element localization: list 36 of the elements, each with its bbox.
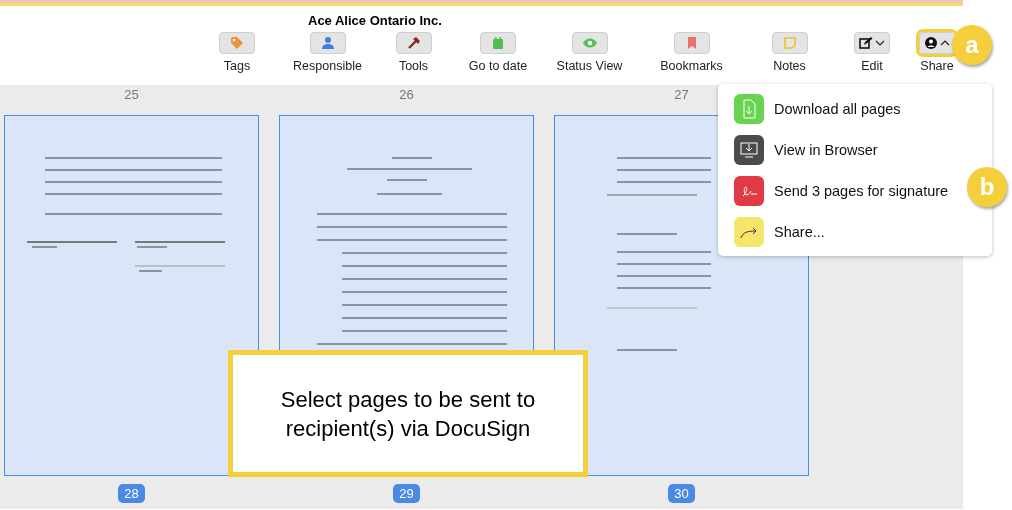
chevron-icon <box>875 39 885 47</box>
toolbar-button[interactable]: Edit <box>835 32 909 85</box>
signature-icon <box>734 175 764 206</box>
note-icon <box>782 36 797 50</box>
page-thumbnail[interactable] <box>4 115 259 476</box>
toolbar-button[interactable]: Responsible <box>284 32 371 85</box>
toolbar-button[interactable]: Tools <box>371 32 456 85</box>
monitor-icon <box>734 134 764 165</box>
toolbar-button[interactable]: Tags <box>190 32 284 85</box>
menu-item[interactable]: Download all pages <box>718 88 917 129</box>
step-marker: b <box>967 167 1007 207</box>
toolbar-button[interactable]: Bookmarks <box>639 32 744 85</box>
page-number-badge: 28 <box>118 484 145 503</box>
window-title: Ace Alice Ontario Inc. <box>308 13 442 28</box>
step-marker: a <box>952 25 992 65</box>
toolbar-button[interactable]: Go to date <box>456 32 540 85</box>
download-icon <box>734 93 764 124</box>
toolbar-button[interactable]: Status View <box>540 32 639 85</box>
person-circle-icon <box>924 36 938 50</box>
tag-icon <box>230 36 244 50</box>
edit-icon <box>859 36 873 50</box>
eye-icon <box>581 37 598 49</box>
menu-item[interactable]: Share... <box>718 211 841 252</box>
page-number: 25 <box>124 87 139 102</box>
page-number-badge: 30 <box>668 484 695 503</box>
menu-item[interactable]: Send 3 pages for signature <box>718 170 965 211</box>
calendar-icon <box>491 36 505 50</box>
menu-item[interactable]: View in Browser <box>718 129 894 170</box>
hammer-icon <box>406 36 421 50</box>
chevron-icon <box>940 39 950 47</box>
page-number-badge: 29 <box>393 484 420 503</box>
bookmark-icon <box>685 36 698 50</box>
instruction-tooltip: Select pages to be sent to recipient(s) via DocuSign <box>228 350 588 477</box>
person-icon <box>320 36 335 50</box>
page-number: 26 <box>399 87 414 102</box>
page-number: 27 <box>674 87 689 102</box>
